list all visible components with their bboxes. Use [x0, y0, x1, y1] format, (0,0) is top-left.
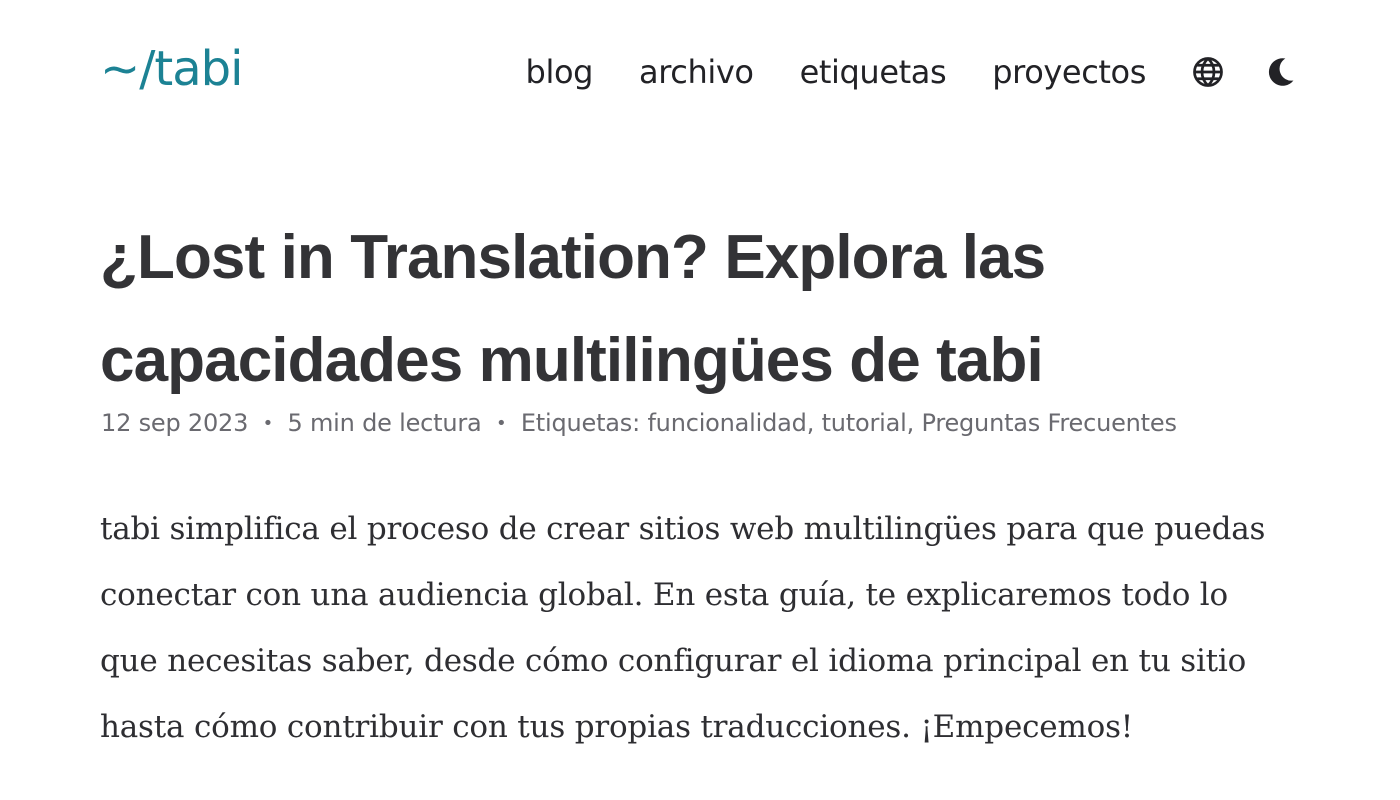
site-header: ~/tabi blog archivo etiquetas proyectos [100, 36, 1300, 108]
article-title: ¿Lost in Translation? Explora las capaci… [100, 223, 1046, 395]
tag-link-funcionalidad[interactable]: funcionalidad [647, 409, 806, 437]
article-intro: tabi simplifica el proceso de crear siti… [100, 511, 1266, 745]
nav-link-etiquetas[interactable]: etiquetas [800, 56, 947, 88]
site-title-link[interactable]: ~/tabi [100, 45, 243, 93]
tag-link-tutorial[interactable]: tutorial [822, 409, 907, 437]
moon-icon[interactable] [1260, 52, 1300, 92]
article-date: 12 sep 2023 [101, 409, 249, 437]
meta-separator: • [262, 413, 274, 434]
meta-separator: • [495, 413, 507, 434]
tags-label: Etiquetas: [520, 409, 640, 437]
article-meta: 12 sep 2023 • 5 min de lectura • Etiquet… [101, 406, 1281, 443]
tag-link-preguntas-frecuentes[interactable]: Preguntas Frecuentes [921, 409, 1176, 437]
globe-icon[interactable] [1188, 52, 1228, 92]
main-nav: blog archivo etiquetas proyectos [526, 52, 1300, 92]
nav-link-proyectos[interactable]: proyectos [992, 56, 1146, 88]
tag-separator: , [906, 409, 915, 437]
nav-link-blog[interactable]: blog [526, 56, 594, 88]
tag-separator: , [806, 409, 815, 437]
nav-link-archivo[interactable]: archivo [639, 56, 754, 88]
header-icon-group [1188, 52, 1300, 92]
reading-time: 5 min de lectura [287, 409, 482, 437]
